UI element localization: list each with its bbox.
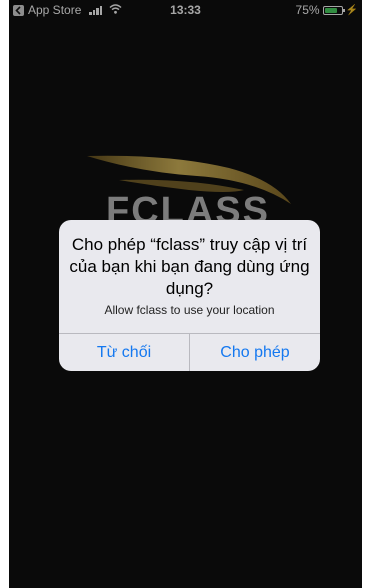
location-permission-dialog: Cho phép “fclass” truy cập vị trí của bạ… (59, 220, 320, 371)
allow-button[interactable]: Cho phép (190, 334, 320, 371)
deny-button[interactable]: Từ chối (59, 334, 189, 371)
app-screen: App Store 13:33 75% ⚡ FCLASS Cho phép “f… (9, 0, 362, 588)
alert-message: Allow fclass to use your location (104, 303, 275, 317)
alert-actions: Từ chối Cho phép (59, 333, 320, 371)
alert-title: Cho phép “fclass” truy cập vị trí của bạ… (69, 235, 310, 298)
